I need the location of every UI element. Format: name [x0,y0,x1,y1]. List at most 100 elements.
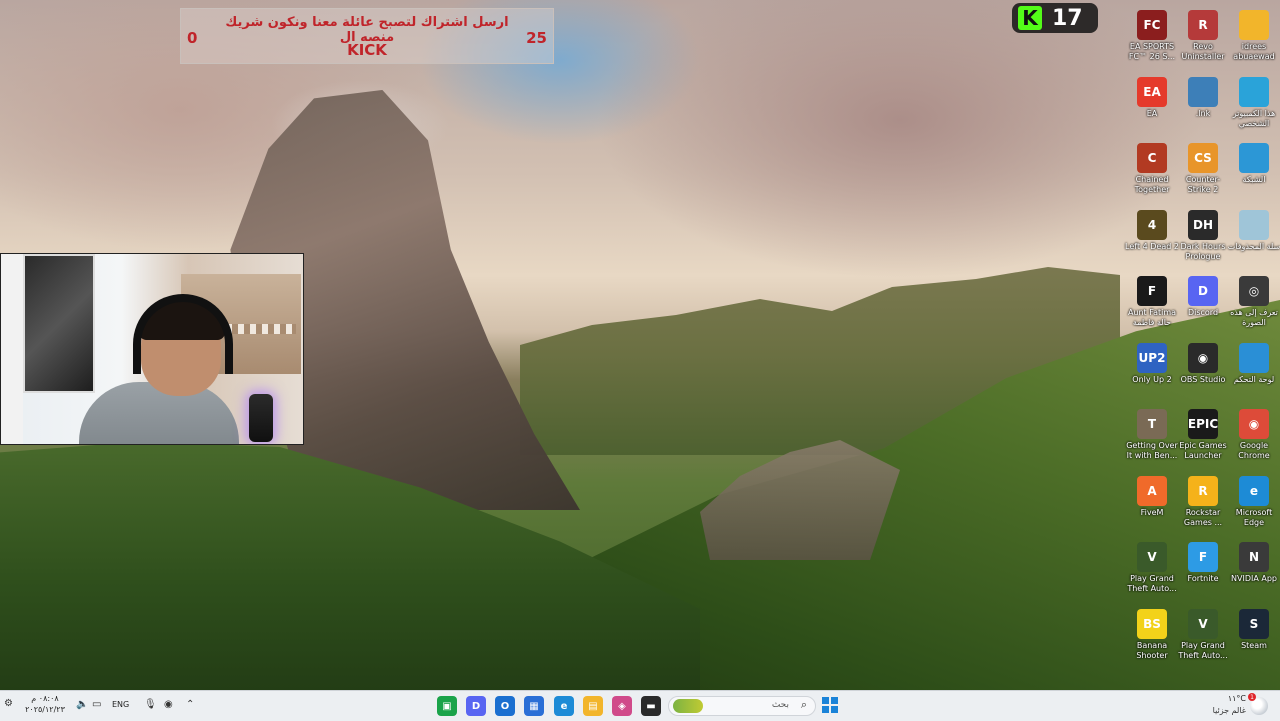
desktop-icon[interactable]: D Discord [1177,271,1229,318]
desktop-icon-label: Steam [1241,641,1267,650]
desktop-icon[interactable]: BS Banana Shooter [1126,604,1178,661]
desktop-icon[interactable]: S Steam [1228,604,1280,651]
weather-temperature[interactable]: ١١°C [1206,694,1246,703]
desktop-icon[interactable]: e Microsoft Edge [1228,471,1280,528]
chevron-up-icon[interactable]: ⌃ [186,699,194,710]
desktop-icon-label: Revo Uninstaller [1181,42,1225,61]
webcam-door [1,254,23,444]
desktop-icon-label: هذا الكمبيوتر الشخصي [1232,109,1276,128]
fivem-icon: A [1137,476,1167,506]
edge-taskbar-icon[interactable]: e [554,696,574,716]
desktop-icon[interactable]: ◉ Google Chrome [1228,404,1280,461]
search-placeholder: بحث [771,700,789,710]
desktop-icon-label: .lnk [1195,109,1211,118]
desktop-icon-grid: FC EA SPORTS FC™ 26 S... R Revo Uninstaller… [1125,0,1280,690]
microphone-tray-icon[interactable]: 🎙 [144,699,157,710]
file-explorer-taskbar-icon[interactable]: ▤ [583,696,603,716]
desktop-icon-label: idrees abuaewad [1233,42,1275,61]
desktop-icon[interactable]: R Revo Uninstaller [1177,5,1229,62]
terminal-taskbar-icon[interactable]: ▬ [641,696,661,716]
desktop-icon[interactable]: ◉ OBS Studio [1177,338,1229,385]
network-tray-icon[interactable]: ▭ [92,699,101,710]
control-panel-icon [1239,343,1269,373]
revo-uninstaller-icon: R [1188,10,1218,40]
clock-time[interactable]: ٠٨:٠٨ م [20,694,70,703]
desktop-icon[interactable]: هذا الكمبيوتر الشخصي [1228,72,1280,129]
steam-icon: S [1239,609,1269,639]
desktop-icon[interactable]: لوحة التحكم [1228,338,1280,385]
desktop-icon[interactable]: V Play Grand Theft Auto... [1177,604,1229,661]
desktop-icon[interactable]: V Play Grand Theft Auto... [1126,537,1178,594]
tray-expand-icon[interactable]: ⚙ [4,698,13,709]
desktop-icon-label: Left 4 Dead 2 [1125,242,1179,251]
desktop-icon-label: OBS Studio [1180,375,1226,384]
desktop-icon-label: Discord [1187,308,1219,317]
desktop-icon[interactable]: T Getting Over It with Ben... [1126,404,1178,461]
volume-icon[interactable]: 🔈 [76,699,88,710]
folder-icon [1239,10,1269,40]
webcam-shelf-decor [226,324,296,334]
search-input[interactable]: بحث ⌕ [668,696,816,716]
fortnite-icon: F [1188,542,1218,572]
clock-date[interactable]: ٢٠٢٥/١٢/٢٣ [20,705,70,714]
desktop-icon[interactable]: C Chained Together [1126,138,1178,195]
desktop-icon-label: Chained Together [1134,175,1170,194]
notification-badge: 1 [1248,693,1256,701]
desktop-icon[interactable]: FC EA SPORTS FC™ 26 S... [1126,5,1178,62]
start-button-icon[interactable] [822,697,838,713]
desktop-icon[interactable]: 4 Left 4 Dead 2 [1125,205,1179,252]
network-icon [1239,143,1269,173]
desktop-icon[interactable]: سلة المحذوفات [1228,205,1280,252]
weather-condition[interactable]: غالم جزئيا [1206,706,1246,715]
nvidia-icon: N [1239,542,1269,572]
only-up-icon: UP2 [1137,343,1167,373]
desktop-icon-label: Rockstar Games ... [1183,508,1223,527]
desktop-icon[interactable]: F Aunt Fatima حالة فاطمة [1126,271,1178,328]
desktop-icon[interactable]: الشبكة [1228,138,1280,185]
desktop-icon-label: NVIDIA App [1231,574,1277,583]
ea-app-icon: EA [1137,77,1167,107]
language-indicator[interactable]: ENG [112,700,129,709]
desktop-icon[interactable]: DH Dark Hours Prologue [1177,205,1229,262]
desktop-icon[interactable]: R Rockstar Games ... [1177,471,1229,528]
desktop-icon[interactable]: idrees abuaewad [1228,5,1280,62]
outlook-taskbar-icon[interactable]: O [495,696,515,716]
desktop-icon[interactable]: F Fortnite [1177,537,1229,584]
desktop-icon-label: سلة المحذوفات [1227,242,1280,251]
microphone-icon [249,394,273,442]
desktop-icon[interactable]: A FiveM [1126,471,1178,518]
obs-studio-icon: ◉ [1188,343,1218,373]
gta-icon: V [1137,542,1167,572]
desktop-icon[interactable]: N NVIDIA App [1228,537,1280,584]
webcam-poster [23,254,95,393]
app-taskbar-icon[interactable]: ◈ [612,696,632,716]
desktop-icon[interactable]: ◎ تعرف إلى هذه الصورة [1228,271,1280,328]
desktop-icon-label: Getting Over It with Ben... [1126,441,1178,460]
learn-about-picture-icon: ◎ [1239,276,1269,306]
discord-icon: D [1188,276,1218,306]
search-highlight-icon [673,699,703,713]
webcam-feed [0,253,304,445]
goal-target-count: 25 [526,29,547,47]
desktop-icon[interactable]: .lnk [1177,72,1229,119]
desktop-icon-label: Only Up 2 [1132,375,1172,384]
discord-taskbar-icon[interactable]: D [466,696,486,716]
desktop-icon-label: Microsoft Edge [1235,508,1273,527]
location-tray-icon[interactable]: ◉ [164,699,173,710]
desktop-icon-label: الشبكة [1242,175,1266,184]
taskbar: ⚙ ٠٨:٠٨ م ٢٠٢٥/١٢/٢٣ 🔈 ▭ ENG 🎙 ◉ ⌃ ▣ D O ▦ e… [0,690,1280,721]
kick-viewer-counter: K 17 [1012,3,1098,33]
desktop-icon-label: لوحة التحكم [1233,375,1275,384]
banana-shooter-icon: BS [1137,609,1167,639]
taskbar-app-1-icon[interactable]: ▣ [437,696,457,716]
edge-icon: e [1239,476,1269,506]
store-taskbar-icon[interactable]: ▦ [524,696,544,716]
ea-sports-fc-icon: FC [1137,10,1167,40]
desktop-icon[interactable]: EPIC Epic Games Launcher [1177,404,1229,461]
desktop-icon[interactable]: EA EA [1126,72,1178,119]
chrome-icon: ◉ [1239,409,1269,439]
desktop-icon[interactable]: UP2 Only Up 2 [1126,338,1178,385]
desktop-icon[interactable]: CS Counter-Strike 2 [1177,138,1229,195]
desktop-icon-label: EA [1146,109,1158,118]
game-shortcut-icon [1188,77,1218,107]
